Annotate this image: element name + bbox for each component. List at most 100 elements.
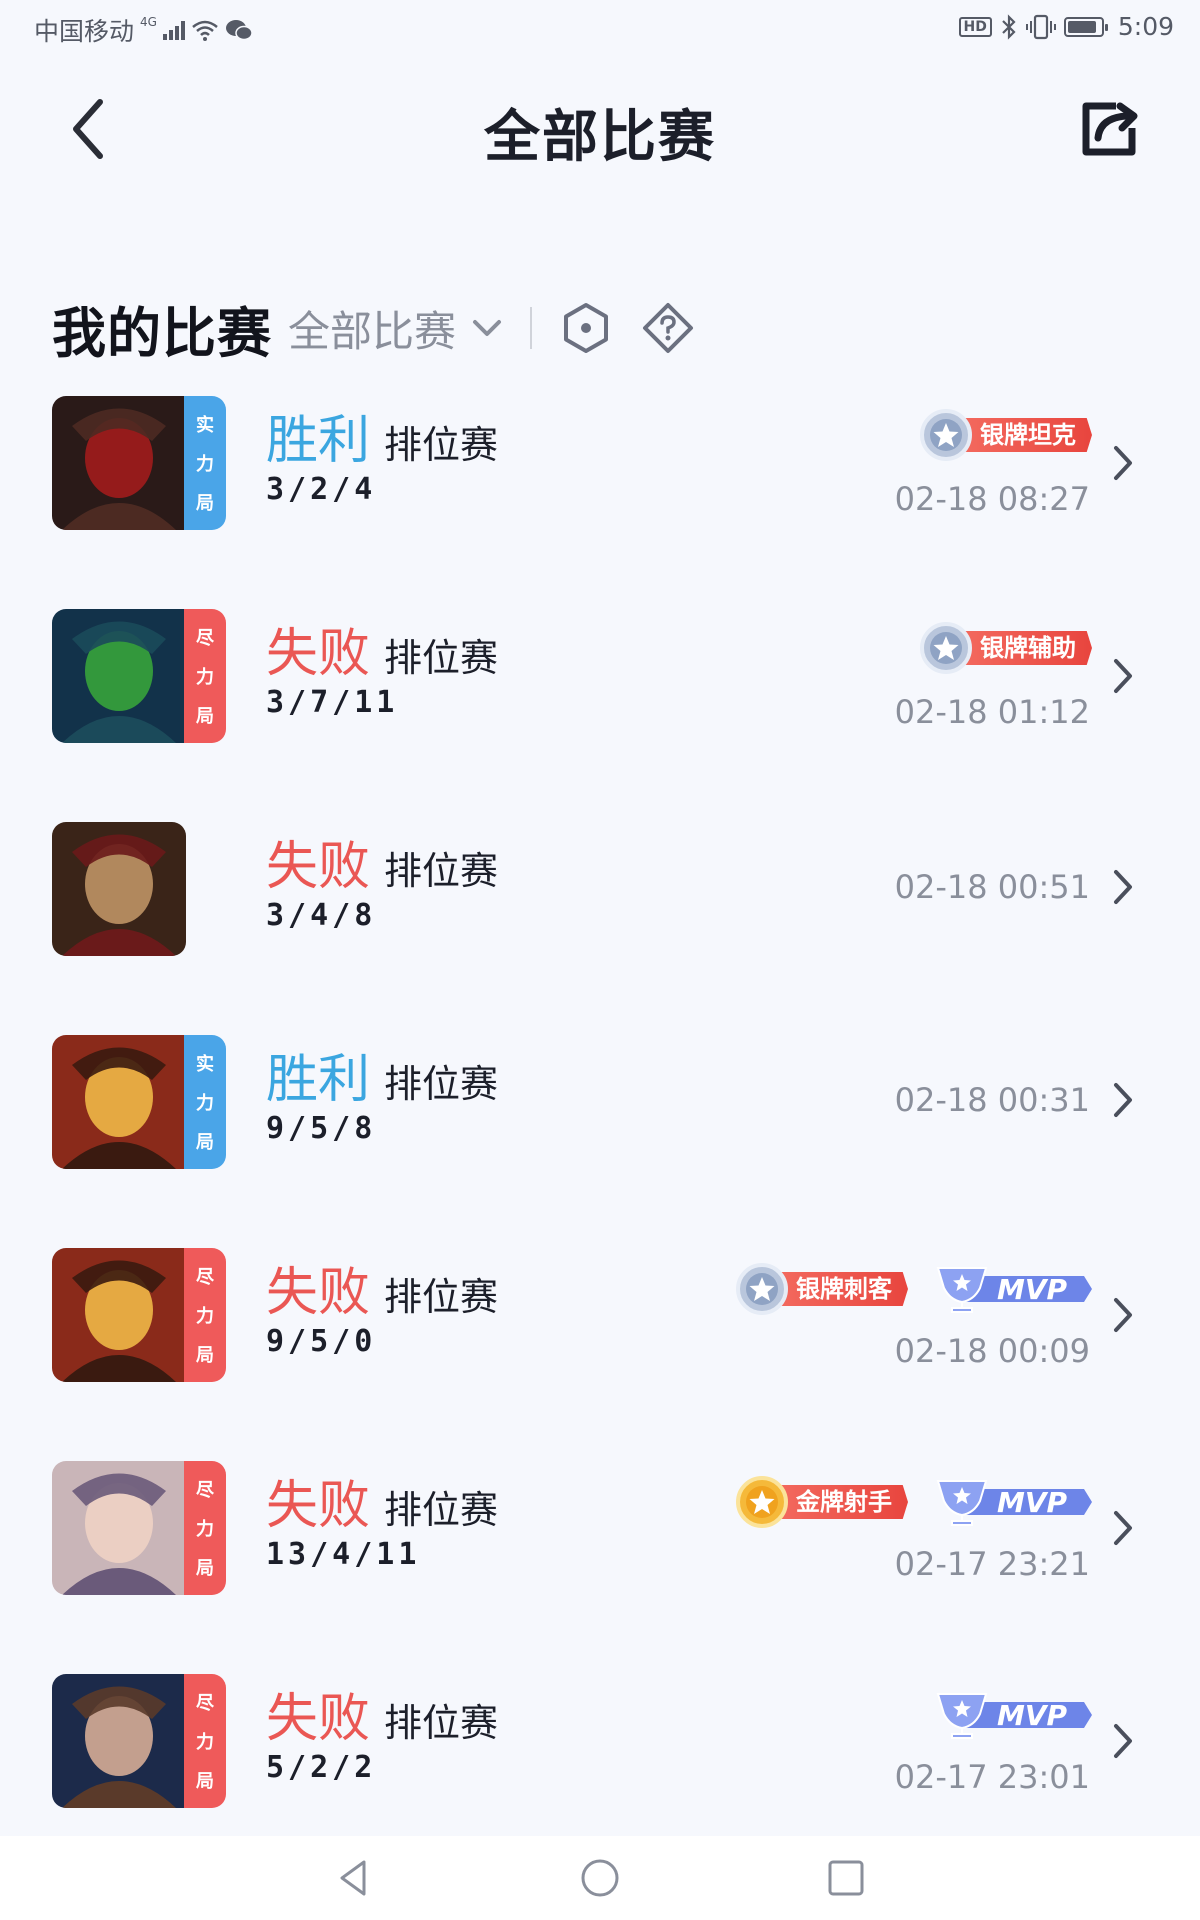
match-result: 失败 <box>266 1476 371 1536</box>
match-row[interactable]: 尽力局失败 排位赛 13/4/11 金牌射手 MVP 02-17 23:21 <box>0 1457 1200 1670</box>
rank-badge: 银牌坦克 <box>918 409 1092 461</box>
match-tag-char: 尽 <box>196 627 214 649</box>
rank-badge: 银牌刺客 <box>734 1263 908 1315</box>
match-time: 02-17 23:21 <box>894 1545 1090 1583</box>
match-row[interactable]: 尽力局失败 排位赛 3/7/11 银牌辅助 02-18 01:12 <box>0 605 1200 818</box>
wifi-icon <box>192 20 218 41</box>
match-tag: 尽力局 <box>184 609 226 743</box>
status-right: HD 5:09 <box>958 12 1174 41</box>
mvp-label: MVP <box>997 1486 1068 1519</box>
hero-portrait-image <box>52 1248 186 1382</box>
wechat-icon <box>225 20 253 41</box>
hero-portrait-image <box>52 822 186 956</box>
system-nav-bar <box>0 1836 1200 1920</box>
match-kda: 9/5/8 <box>266 1111 377 1146</box>
header: 全部比赛 <box>0 70 1200 190</box>
hero-avatar: 尽力局 <box>52 609 226 743</box>
match-tag-char: 力 <box>196 666 214 688</box>
match-mode: 排位赛 <box>384 1701 499 1745</box>
section-header: 我的比赛 全部比赛 <box>52 288 724 368</box>
match-kda: 9/5/0 <box>266 1324 377 1359</box>
match-badges: 金牌射手 MVP <box>734 1476 1092 1528</box>
match-mode: 排位赛 <box>384 1275 499 1319</box>
match-badges: 银牌坦克 <box>918 409 1092 461</box>
chevron-right-icon <box>1114 1083 1132 1117</box>
hexagon-icon[interactable] <box>560 302 612 354</box>
match-badges: MVP <box>934 1690 1092 1740</box>
match-mode: 排位赛 <box>384 1062 499 1106</box>
mvp-badge: MVP <box>936 1480 1092 1526</box>
medal-icon <box>920 622 972 674</box>
match-mode: 排位赛 <box>384 636 499 680</box>
bluetooth-icon <box>1002 13 1016 40</box>
hero-avatar: 尽力局 <box>52 1461 226 1595</box>
match-tag-char: 局 <box>196 706 214 728</box>
status-left: 中国移动 4G <box>34 12 253 48</box>
match-tag-char: 局 <box>196 1558 214 1580</box>
match-tag: 实力局 <box>184 396 226 530</box>
match-tag-char: 局 <box>196 493 214 515</box>
match-filter-dropdown[interactable]: 全部比赛 <box>288 298 504 359</box>
match-result: 失败 <box>266 1689 371 1749</box>
medal-icon <box>920 409 972 461</box>
home-circle-icon[interactable] <box>576 1854 624 1902</box>
match-badges: 银牌辅助 <box>918 622 1092 674</box>
rank-badge-label: 金牌射手 <box>776 1485 908 1519</box>
hero-portrait-image <box>52 609 186 743</box>
match-time: 02-18 00:31 <box>894 1081 1090 1119</box>
match-result: 失败 <box>266 837 371 897</box>
match-result: 失败 <box>266 624 371 684</box>
hero-portrait-image <box>52 1035 186 1169</box>
rank-badge-label: 银牌刺客 <box>776 1272 908 1306</box>
match-row[interactable]: 实力局 胜利 排位赛 9/5/8 02-18 00:31 <box>0 1031 1200 1244</box>
match-tag-char: 力 <box>196 1092 214 1114</box>
back-triangle-icon[interactable] <box>330 1854 378 1902</box>
match-row[interactable]: 实力局胜利 排位赛 3/2/4 银牌坦克 02-18 08:27 <box>0 392 1200 605</box>
recents-square-icon[interactable] <box>822 1854 870 1902</box>
network-type: 4G <box>140 15 157 29</box>
rank-badge: 金牌射手 <box>734 1476 908 1528</box>
match-tag: 尽力局 <box>184 1461 226 1595</box>
match-mode: 排位赛 <box>384 1488 499 1532</box>
carrier-name: 中国移动 <box>34 17 135 46</box>
match-time: 02-18 00:09 <box>894 1332 1090 1370</box>
match-result: 失败 <box>266 1263 371 1323</box>
chevron-right-icon <box>1114 870 1132 904</box>
match-tag: 尽力局 <box>184 1248 226 1382</box>
hero-portrait-image <box>52 396 186 530</box>
rank-badge: 银牌辅助 <box>918 622 1092 674</box>
signal-icon <box>162 20 185 40</box>
match-result: 胜利 <box>266 1050 371 1110</box>
match-tag-char: 实 <box>196 1053 214 1075</box>
match-tag-char: 力 <box>196 1731 214 1753</box>
mvp-label: MVP <box>997 1699 1068 1732</box>
match-kda: 5/2/2 <box>266 1750 377 1785</box>
diamond-question-icon[interactable] <box>642 302 694 354</box>
hero-avatar: 尽力局 <box>52 1674 226 1808</box>
match-tag-char: 局 <box>196 1132 214 1154</box>
match-row[interactable]: 尽力局失败 排位赛 9/5/0 银牌刺客 MVP 02-18 00:09 <box>0 1244 1200 1457</box>
match-kda: 3/2/4 <box>266 472 377 507</box>
match-mode: 排位赛 <box>384 423 499 467</box>
medal-icon <box>736 1476 788 1528</box>
match-time: 02-17 23:01 <box>894 1758 1090 1796</box>
share-icon[interactable] <box>1076 98 1142 160</box>
match-tag-char: 尽 <box>196 1266 214 1288</box>
chevron-right-icon <box>1114 1298 1132 1332</box>
chevron-right-icon <box>1114 659 1132 693</box>
hero-portrait-image <box>52 1461 186 1595</box>
divider <box>530 307 533 349</box>
match-tag-char: 力 <box>196 1518 214 1540</box>
match-badges: 银牌刺客 MVP <box>734 1263 1092 1315</box>
match-kda: 13/4/11 <box>266 1537 421 1572</box>
match-row[interactable]: 失败 排位赛 3/4/8 02-18 00:51 <box>0 818 1200 1031</box>
rank-badge-label: 银牌坦克 <box>960 418 1092 452</box>
vibrate-icon <box>1025 14 1056 39</box>
section-title: 我的比赛 <box>52 301 272 365</box>
medal-icon <box>736 1263 788 1315</box>
hero-avatar: 实力局 <box>52 396 226 530</box>
match-mode: 排位赛 <box>384 849 499 893</box>
chevron-right-icon <box>1114 446 1132 480</box>
match-tag-char: 尽 <box>196 1692 214 1714</box>
match-list: 实力局胜利 排位赛 3/2/4 银牌坦克 02-18 08:27 尽力局失败 排位赛 3/7/… <box>0 392 1200 1883</box>
